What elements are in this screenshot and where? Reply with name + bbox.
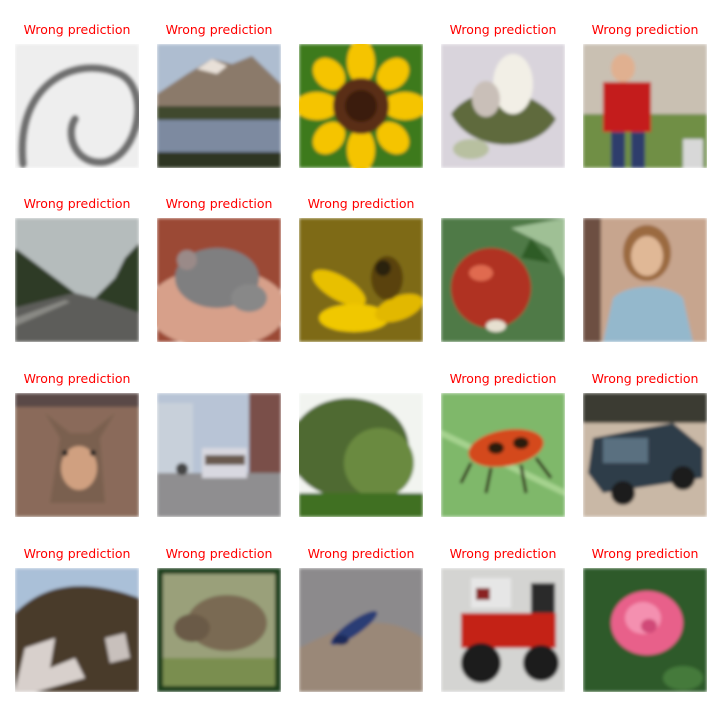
grid-panel: Wrong prediction xyxy=(15,194,139,344)
image-grid: Wrong prediction Wrong prediction Wrong … xyxy=(0,0,720,720)
grid-panel xyxy=(583,194,707,344)
grid-panel: Wrong prediction xyxy=(299,544,423,694)
thumbnail-image xyxy=(441,568,565,692)
panel-title: Wrong prediction xyxy=(165,546,273,561)
grid-panel: Wrong prediction xyxy=(441,544,565,694)
panel-title xyxy=(299,369,423,389)
panel-title: Wrong prediction xyxy=(449,371,557,386)
panel-title xyxy=(583,194,707,214)
panel-title: Wrong prediction xyxy=(23,196,131,211)
grid-panel: Wrong prediction xyxy=(15,20,139,170)
panel-title: Wrong prediction xyxy=(591,22,699,37)
grid-panel: Wrong prediction xyxy=(299,194,423,344)
panel-title xyxy=(441,194,565,214)
thumbnail-image xyxy=(157,218,281,342)
thumbnail-image xyxy=(441,44,565,168)
panel-title: Wrong prediction xyxy=(449,22,557,37)
panel-title: Wrong prediction xyxy=(307,546,415,561)
thumbnail-image xyxy=(157,568,281,692)
grid-panel: Wrong prediction xyxy=(157,544,281,694)
grid-panel: Wrong prediction xyxy=(583,544,707,694)
panel-title: Wrong prediction xyxy=(165,22,273,37)
thumbnail-image xyxy=(583,568,707,692)
thumbnail-image xyxy=(583,393,707,517)
panel-title: Wrong prediction xyxy=(23,22,131,37)
grid-panel xyxy=(299,20,423,170)
grid-panel: Wrong prediction xyxy=(583,20,707,170)
grid-panel: Wrong prediction xyxy=(157,20,281,170)
grid-panel xyxy=(441,194,565,344)
thumbnail-image xyxy=(15,393,139,517)
grid-panel xyxy=(299,369,423,519)
grid-panel: Wrong prediction xyxy=(441,20,565,170)
panel-title: Wrong prediction xyxy=(307,196,415,211)
thumbnail-image xyxy=(583,44,707,168)
grid-panel: Wrong prediction xyxy=(157,194,281,344)
grid-panel: Wrong prediction xyxy=(583,369,707,519)
panel-title: Wrong prediction xyxy=(591,546,699,561)
thumbnail-image xyxy=(441,393,565,517)
grid-panel xyxy=(157,369,281,519)
thumbnail-image xyxy=(15,44,139,168)
thumbnail-image xyxy=(15,568,139,692)
grid-panel: Wrong prediction xyxy=(15,369,139,519)
thumbnail-image xyxy=(299,44,423,168)
thumbnail-image xyxy=(299,218,423,342)
panel-title xyxy=(157,369,281,389)
thumbnail-image xyxy=(299,393,423,517)
thumbnail-image xyxy=(441,218,565,342)
panel-title xyxy=(299,20,423,40)
thumbnail-image xyxy=(299,568,423,692)
thumbnail-image xyxy=(157,393,281,517)
panel-title: Wrong prediction xyxy=(23,546,131,561)
thumbnail-image xyxy=(157,44,281,168)
panel-title: Wrong prediction xyxy=(23,371,131,386)
panel-title: Wrong prediction xyxy=(449,546,557,561)
panel-title: Wrong prediction xyxy=(165,196,273,211)
panel-title: Wrong prediction xyxy=(591,371,699,386)
grid-panel: Wrong prediction xyxy=(15,544,139,694)
grid-panel: Wrong prediction xyxy=(441,369,565,519)
thumbnail-image xyxy=(15,218,139,342)
thumbnail-image xyxy=(583,218,707,342)
